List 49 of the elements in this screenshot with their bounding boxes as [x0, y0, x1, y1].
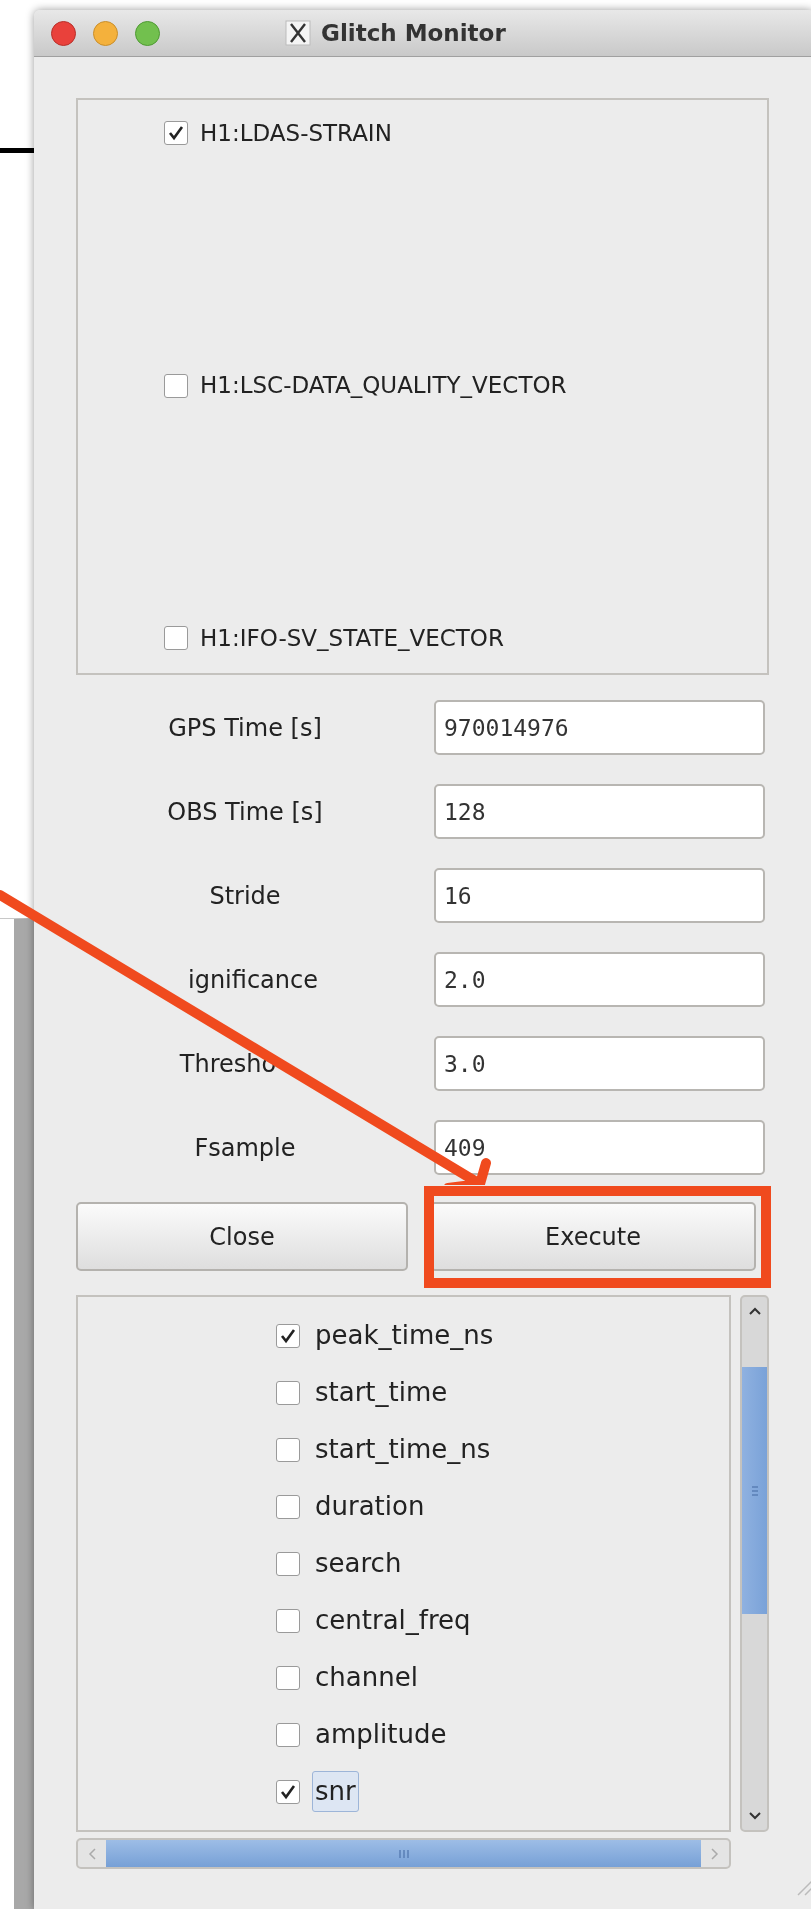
input-field[interactable]: 128	[434, 784, 765, 839]
checkbox[interactable]	[276, 1722, 300, 1747]
checkbox[interactable]	[276, 1665, 300, 1690]
channel-label: H1:LDAS-STRAIN	[200, 119, 392, 148]
column-item[interactable]: snr	[312, 1771, 359, 1812]
input-field[interactable]: 16	[434, 868, 765, 923]
field-label: OBS Time [s]	[167, 796, 323, 828]
column-item[interactable]: search	[312, 1543, 405, 1584]
scroll-left-icon[interactable]	[86, 1845, 98, 1862]
field-label: Fsample	[194, 1132, 296, 1164]
checkbox[interactable]	[276, 1494, 300, 1519]
checkmark-icon	[167, 124, 185, 143]
input-field[interactable]: 409	[434, 1120, 765, 1175]
close-window-icon[interactable]	[51, 20, 76, 46]
x11-icon	[285, 20, 311, 46]
vertical-scrollbar[interactable]	[740, 1295, 769, 1832]
field-label: ignificance	[187, 964, 318, 996]
column-item[interactable]: duration	[312, 1486, 428, 1527]
close-button[interactable]: Close	[76, 1202, 408, 1271]
channel-label: H1:LSC-DATA_QUALITY_VECTOR	[200, 371, 567, 401]
checkbox[interactable]	[164, 625, 188, 650]
column-item[interactable]: peak_time_ns	[312, 1315, 497, 1356]
checkbox[interactable]	[276, 1551, 300, 1576]
checkbox[interactable]	[276, 1608, 300, 1633]
zoom-window-icon[interactable]	[135, 20, 160, 46]
minimize-window-icon[interactable]	[93, 20, 118, 46]
column-item[interactable]: amplitude	[312, 1714, 450, 1755]
field-label: GPS Time [s]	[168, 712, 322, 744]
scroll-thumb[interactable]	[742, 1367, 767, 1614]
checkbox[interactable]	[164, 373, 188, 398]
checkbox[interactable]	[164, 121, 188, 146]
scroll-right-icon[interactable]	[709, 1845, 721, 1862]
checkbox[interactable]	[276, 1380, 300, 1405]
input-field[interactable]: 3.0	[434, 1036, 765, 1091]
checkbox[interactable]	[276, 1437, 300, 1462]
scroll-down-icon[interactable]	[746, 1810, 763, 1822]
horizontal-scrollbar[interactable]	[76, 1838, 731, 1869]
window-title: Glitch Monitor	[321, 18, 506, 48]
checkbox[interactable]	[276, 1323, 300, 1348]
column-item[interactable]: central_freq	[312, 1600, 474, 1641]
channel-label: H1:IFO-SV_STATE_VECTOR	[200, 623, 504, 653]
column-item[interactable]: start_time_ns	[312, 1429, 494, 1470]
scroll-thumb[interactable]	[106, 1840, 701, 1867]
field-label: Stride	[209, 880, 281, 912]
column-item[interactable]: start_time	[312, 1372, 451, 1413]
checkbox[interactable]	[276, 1779, 300, 1804]
column-item[interactable]: channel	[312, 1657, 421, 1698]
input-field[interactable]: 2.0	[434, 952, 765, 1007]
input-field[interactable]: 970014976	[434, 700, 765, 755]
